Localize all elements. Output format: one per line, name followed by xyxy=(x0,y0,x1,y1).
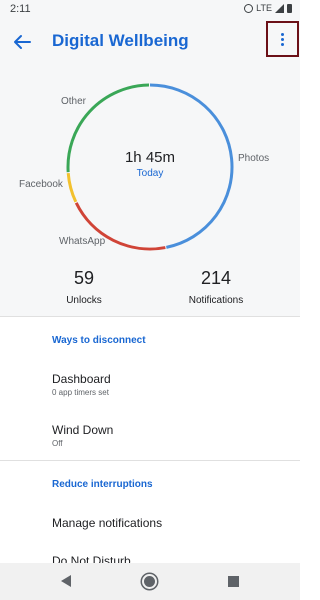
item-title: Dashboard xyxy=(52,372,111,386)
period-label[interactable]: Today xyxy=(104,168,196,179)
section-header-disconnect: Ways to disconnect xyxy=(52,335,146,346)
notifications-value: 214 xyxy=(200,268,232,288)
alarm-icon xyxy=(244,3,254,13)
item-title: Manage notifications xyxy=(52,516,163,530)
status-icons: LTE xyxy=(244,3,292,13)
item-subtitle: 0 app timers set xyxy=(52,388,109,397)
divider xyxy=(0,316,300,317)
legend-photos: Photos xyxy=(238,153,270,164)
back-arrow-icon xyxy=(14,35,31,49)
status-bar: 2:11 LTE xyxy=(0,0,300,20)
legend-other: Other xyxy=(61,96,87,107)
notifications-label: Notifications xyxy=(188,295,244,306)
back-button[interactable] xyxy=(10,30,34,54)
nav-recents-icon[interactable] xyxy=(228,576,239,587)
slice-photos[interactable] xyxy=(149,83,234,249)
list-item-wind-down[interactable]: Wind Down Off xyxy=(0,410,300,460)
unlocks-value: 59 xyxy=(73,268,95,288)
notifications-stat[interactable]: 214 Notifications xyxy=(180,268,252,306)
unlocks-stat[interactable]: 59 Unlocks xyxy=(50,268,118,306)
list-item-manage-notifications[interactable]: Manage notifications xyxy=(0,504,300,540)
usage-donut-chart[interactable] xyxy=(0,64,300,316)
item-subtitle: Off xyxy=(52,439,63,448)
signal-icon xyxy=(275,3,284,13)
status-time: 2:11 xyxy=(10,3,31,15)
divider xyxy=(0,460,300,461)
more-options-button[interactable] xyxy=(266,21,299,57)
page-title: Digital Wellbeing xyxy=(52,31,189,50)
more-vert-icon xyxy=(281,32,284,36)
network-type-label: LTE xyxy=(256,3,272,13)
unlocks-label: Unlocks xyxy=(66,295,102,306)
total-screen-time: 1h 45m xyxy=(124,149,176,166)
nav-home-icon[interactable] xyxy=(142,574,157,589)
slice-facebook[interactable] xyxy=(66,172,78,203)
list-item-dashboard[interactable]: Dashboard 0 app timers set xyxy=(0,360,300,410)
battery-icon xyxy=(287,3,292,13)
legend-whatsapp: WhatsApp xyxy=(59,236,106,247)
usage-dashboard: Other Photos Facebook WhatsApp 1h 45m To… xyxy=(0,64,300,316)
legend-facebook: Facebook xyxy=(19,179,63,190)
section-header-interruptions: Reduce interruptions xyxy=(52,479,153,490)
nav-back-icon[interactable] xyxy=(61,575,71,587)
system-nav-bar xyxy=(0,563,300,600)
item-title: Wind Down xyxy=(52,423,114,437)
app-bar: Digital Wellbeing xyxy=(0,20,300,64)
